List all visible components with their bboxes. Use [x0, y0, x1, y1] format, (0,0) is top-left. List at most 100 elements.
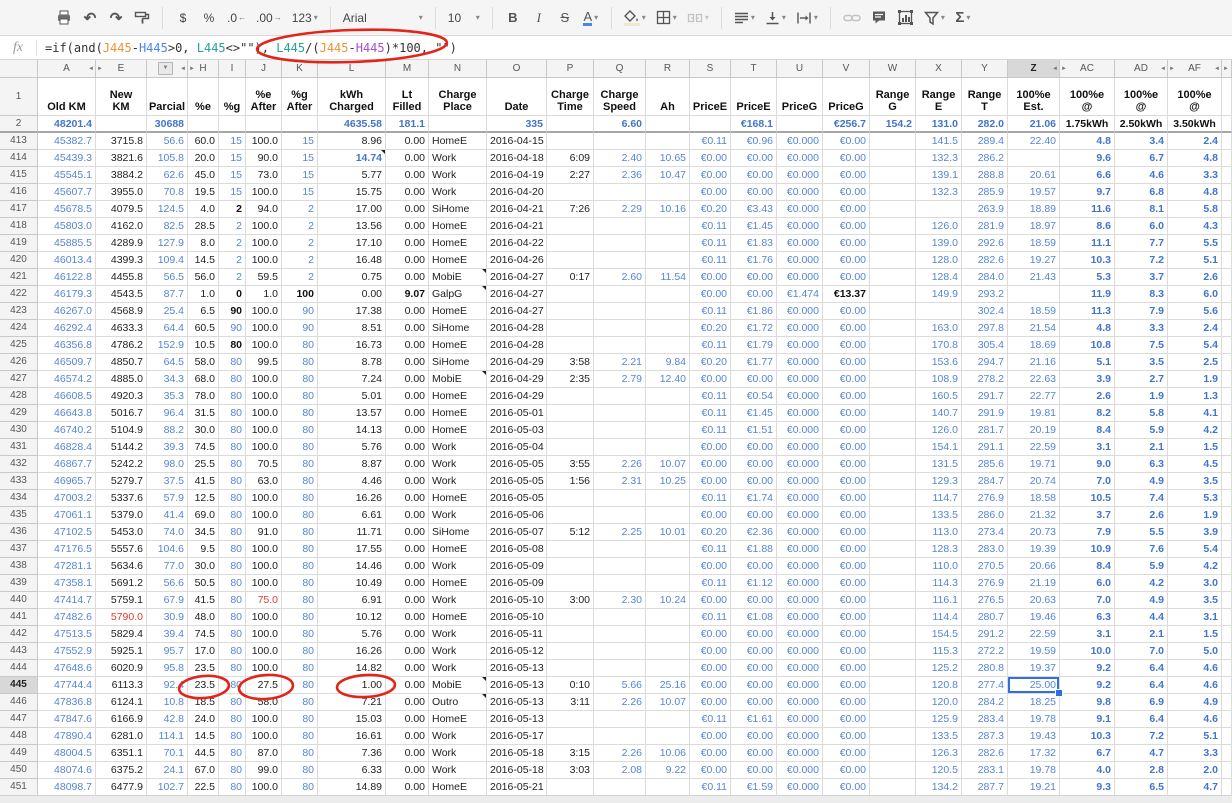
- cell[interactable]: [1008, 150, 1060, 167]
- format-currency-button[interactable]: $: [171, 6, 195, 30]
- cell[interactable]: [870, 473, 916, 490]
- cell[interactable]: [547, 507, 594, 524]
- cell[interactable]: Work: [429, 660, 487, 677]
- cell[interactable]: €0.000: [777, 762, 823, 779]
- cell[interactable]: 20.66: [1008, 558, 1060, 575]
- cell[interactable]: 0.00: [386, 711, 429, 728]
- cell[interactable]: 9.2: [1060, 660, 1115, 677]
- cell[interactable]: 6.0: [1115, 218, 1168, 235]
- cell[interactable]: 2.5: [1168, 354, 1222, 371]
- cell[interactable]: 10.5: [188, 337, 219, 354]
- cell[interactable]: 2016-05-13: [487, 677, 547, 694]
- cell[interactable]: €0.00: [823, 728, 870, 745]
- cell[interactable]: 10.06: [646, 745, 690, 762]
- cell[interactable]: 149.9: [916, 286, 962, 303]
- totals-cell[interactable]: [96, 116, 147, 133]
- cell[interactable]: 3955.0: [96, 184, 147, 201]
- cell[interactable]: [1222, 439, 1232, 456]
- functions-button[interactable]: Σ▾: [951, 6, 975, 30]
- cell[interactable]: 6.4: [1115, 660, 1168, 677]
- cell[interactable]: €1.12: [731, 575, 777, 592]
- cell[interactable]: €0.11: [690, 252, 731, 269]
- cell[interactable]: 2.79: [594, 371, 646, 388]
- cell[interactable]: 2016-05-09: [487, 575, 547, 592]
- hidden-columns-icon[interactable]: ◄: [180, 65, 186, 73]
- cell[interactable]: 2.60: [594, 269, 646, 286]
- cell[interactable]: 294.7: [962, 354, 1008, 371]
- cell[interactable]: 99.5: [246, 354, 282, 371]
- cell[interactable]: 90: [219, 303, 246, 320]
- cell[interactable]: €0.000: [777, 201, 823, 218]
- cell[interactable]: 80: [219, 354, 246, 371]
- cell[interactable]: 18.59: [1008, 303, 1060, 320]
- cell[interactable]: 141.5: [916, 133, 962, 150]
- cell[interactable]: 2: [282, 252, 318, 269]
- cell[interactable]: 115.3: [916, 643, 962, 660]
- cell[interactable]: €1.76: [731, 252, 777, 269]
- totals-cell[interactable]: [188, 116, 219, 133]
- cell[interactable]: €0.000: [777, 252, 823, 269]
- cell[interactable]: 7.0: [1060, 592, 1115, 609]
- cell[interactable]: 5.76: [318, 439, 386, 456]
- cell[interactable]: [870, 541, 916, 558]
- cell[interactable]: €0.000: [777, 626, 823, 643]
- cell[interactable]: 0.00: [386, 269, 429, 286]
- cell[interactable]: 0.00: [386, 201, 429, 218]
- row-header[interactable]: 443: [0, 643, 38, 660]
- cell[interactable]: 19.78: [1008, 711, 1060, 728]
- cell[interactable]: 13.56: [318, 218, 386, 235]
- cell[interactable]: 80: [282, 660, 318, 677]
- cell[interactable]: 47061.1: [38, 507, 96, 524]
- cell[interactable]: [547, 235, 594, 252]
- cell[interactable]: 4.6: [1168, 677, 1222, 694]
- totals-cell[interactable]: [777, 116, 823, 133]
- redo-button[interactable]: ↷: [104, 6, 128, 30]
- cell[interactable]: [646, 252, 690, 269]
- cell[interactable]: [547, 439, 594, 456]
- cell[interactable]: 6375.2: [96, 762, 147, 779]
- cell[interactable]: 3:11: [547, 694, 594, 711]
- hidden-columns-icon[interactable]: ►: [1223, 65, 1229, 73]
- cell[interactable]: [646, 779, 690, 796]
- cell[interactable]: 80: [282, 405, 318, 422]
- cell[interactable]: 8.4: [1060, 422, 1115, 439]
- row-header[interactable]: 416: [0, 184, 38, 201]
- cell[interactable]: 46509.7: [38, 354, 96, 371]
- cell[interactable]: [547, 541, 594, 558]
- cell[interactable]: [870, 779, 916, 796]
- cell[interactable]: 3.9: [1168, 524, 1222, 541]
- row-header[interactable]: 441: [0, 609, 38, 626]
- cell[interactable]: [1222, 218, 1232, 235]
- cell[interactable]: 120.8: [916, 677, 962, 694]
- cell[interactable]: 139.0: [916, 235, 962, 252]
- row-header[interactable]: 448: [0, 728, 38, 745]
- cell[interactable]: 5925.1: [96, 643, 147, 660]
- cell[interactable]: 2.40: [594, 150, 646, 167]
- cell[interactable]: 2016-04-26: [487, 252, 547, 269]
- borders-button[interactable]: ▾: [652, 6, 681, 30]
- insert-link-button[interactable]: [839, 6, 865, 30]
- cell[interactable]: 2.26: [594, 456, 646, 473]
- cell[interactable]: 19.78: [1008, 762, 1060, 779]
- cell[interactable]: €0.00: [823, 201, 870, 218]
- row-header[interactable]: 426: [0, 354, 38, 371]
- cell[interactable]: [870, 303, 916, 320]
- column-header[interactable]: A◄: [38, 60, 96, 78]
- cell[interactable]: €1.88: [731, 541, 777, 558]
- cell[interactable]: [1222, 456, 1232, 473]
- column-header[interactable]: V: [823, 60, 870, 78]
- cell[interactable]: €13.37: [823, 286, 870, 303]
- totals-cell[interactable]: [246, 116, 282, 133]
- cell[interactable]: 19.43: [1008, 728, 1060, 745]
- cell[interactable]: €0.000: [777, 592, 823, 609]
- row-header[interactable]: 450: [0, 762, 38, 779]
- cell[interactable]: 170.8: [916, 337, 962, 354]
- cell[interactable]: €1.59: [731, 779, 777, 796]
- row-header[interactable]: 421: [0, 269, 38, 286]
- cell[interactable]: 16.61: [318, 728, 386, 745]
- cell[interactable]: [870, 269, 916, 286]
- cell[interactable]: €0.00: [823, 592, 870, 609]
- cell[interactable]: 2: [219, 218, 246, 235]
- cell[interactable]: [916, 303, 962, 320]
- cell[interactable]: €0.11: [690, 575, 731, 592]
